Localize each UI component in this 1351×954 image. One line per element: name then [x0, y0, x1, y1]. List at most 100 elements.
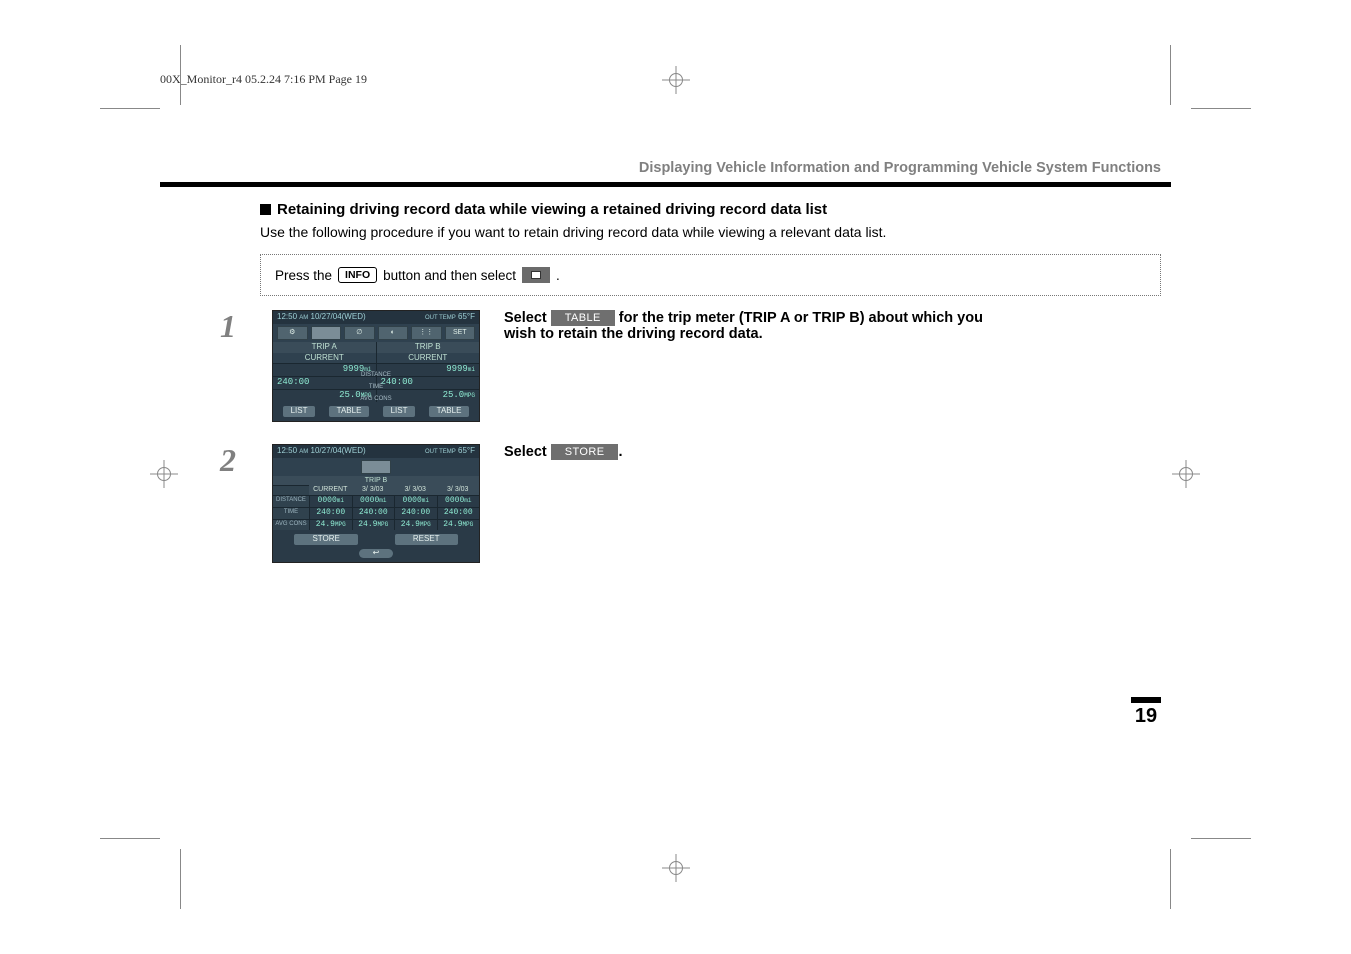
col-date-3: 3/ 3/03: [437, 485, 480, 495]
clock-ampm: AM: [299, 449, 308, 455]
trip-b-header: TRIP B: [377, 342, 480, 353]
back-button[interactable]: ↩: [359, 549, 394, 558]
info-button-label: INFO: [338, 267, 377, 283]
clock-time: 12:50: [277, 446, 297, 455]
crop-mark: [1170, 45, 1171, 105]
status-bar: 12:50 AM 10/27/04(WED) OUT TEMP 65°F: [273, 445, 479, 458]
time-2: 240:00: [394, 507, 437, 519]
trip-b-header: TRIP B: [273, 476, 479, 486]
clock-time: 12:50: [277, 312, 297, 321]
gauge-icon[interactable]: ◐: [378, 326, 409, 340]
tab-icon-row: [273, 458, 479, 476]
section-title-text: Retaining driving record data while view…: [277, 201, 827, 218]
crop-mark: [100, 838, 160, 839]
out-temp-label: OUT TEMP: [425, 315, 456, 321]
col-current: CURRENT: [309, 485, 352, 495]
list-button-a[interactable]: LIST: [283, 406, 316, 417]
avg-1: 24.9MPG: [352, 519, 395, 531]
table-button-ref: TABLE: [551, 310, 615, 326]
calendar-icon[interactable]: ⋮⋮: [411, 326, 442, 340]
trip-b-current: CURRENT: [377, 353, 480, 364]
trip-a-avg: 25.0MPG: [273, 389, 376, 402]
status-bar: 12:50 AM 10/27/04(WED) OUT TEMP 65°F: [273, 311, 479, 324]
list-button-b[interactable]: LIST: [383, 406, 416, 417]
trip-book-icon[interactable]: [361, 460, 391, 474]
dist-3: 0000mi: [437, 495, 480, 507]
back-row: ↩: [273, 549, 479, 562]
trip-b-avg: 25.0MPG: [377, 389, 480, 402]
divider-rule: [160, 182, 1171, 187]
tab-icon-row: ⚙ ∅ ◐ ⋮⋮ SET: [273, 324, 479, 342]
section-title: Retaining driving record data while view…: [260, 201, 1161, 218]
screen-trip-table: 12:50 AM 10/27/04(WED) OUT TEMP 65°F TRI…: [272, 444, 480, 563]
out-temp-value: 65°F: [458, 312, 475, 321]
step-number: 1: [220, 308, 248, 345]
step-number: 2: [220, 442, 248, 479]
page-number: 19: [1131, 705, 1161, 728]
trip-history-table: TRIP B CURRENT 3/ 3/03 3/ 3/03 3/ 3/03 D…: [273, 476, 479, 531]
set-tab[interactable]: SET: [445, 326, 476, 340]
avg-3: 24.9MPG: [437, 519, 480, 531]
registration-mark-bottom: [662, 854, 690, 882]
time-0: 240:00: [309, 507, 352, 519]
crop-mark: [1170, 849, 1171, 909]
trip-b-distance: 9999mi: [377, 363, 480, 376]
page-number-bar: [1131, 697, 1161, 703]
maint-icon[interactable]: ⚙: [277, 326, 308, 340]
dist-2: 0000mi: [394, 495, 437, 507]
button-row: STORE RESET: [273, 530, 479, 549]
blank-corner: [273, 485, 309, 495]
chapter-title: Displaying Vehicle Information and Progr…: [170, 160, 1161, 182]
out-temp-label: OUT TEMP: [425, 449, 456, 455]
step-1: 1 12:50 AM 10/27/04(WED) OUT TEMP 65°F ⚙…: [220, 310, 1161, 422]
screen-trip-summary: 12:50 AM 10/27/04(WED) OUT TEMP 65°F ⚙ ∅…: [272, 310, 480, 422]
out-temp-value: 65°F: [458, 446, 475, 455]
crop-mark: [100, 108, 160, 109]
page-content: Displaying Vehicle Information and Progr…: [170, 160, 1161, 585]
bullet-square-icon: [260, 204, 271, 215]
store-button[interactable]: STORE: [294, 534, 357, 545]
section-intro: Use the following procedure if you want …: [260, 224, 1161, 240]
trip-a-distance: 9999mi: [273, 363, 376, 376]
dist-1: 0000mi: [352, 495, 395, 507]
trip-columns: TRIP A CURRENT 9999mi 240:00 25.0MPG TRI…: [273, 342, 479, 402]
dist-0: 0000mi: [309, 495, 352, 507]
row-time-label: TIME: [273, 507, 309, 519]
row-distance-label: DISTANCE: [273, 495, 309, 507]
trip-a-time: 240:00: [273, 376, 376, 389]
clock-date: 10/27/04(WED): [311, 446, 366, 455]
crop-mark: [180, 45, 181, 105]
table-button-a[interactable]: TABLE: [329, 406, 370, 417]
step-2-text: Select STORE.: [504, 444, 1161, 460]
trip-a-current: CURRENT: [273, 353, 376, 364]
instr-text-post: .: [556, 268, 560, 283]
instr-text-mid: button and then select: [383, 268, 516, 283]
pre-step-instruction: Press the INFO button and then select .: [260, 254, 1161, 296]
page-number-block: 19: [1131, 697, 1161, 728]
time-1: 240:00: [352, 507, 395, 519]
table-button-b[interactable]: TABLE: [429, 406, 470, 417]
print-proof-header: 00X_Monitor_r4 05.2.24 7:16 PM Page 19: [160, 72, 367, 87]
step-2: 2 12:50 AM 10/27/04(WED) OUT TEMP 65°F T…: [220, 444, 1161, 563]
row-avg-label: AVG CONS: [273, 519, 309, 531]
trip-book-icon: [522, 267, 550, 283]
avg-2: 24.9MPG: [394, 519, 437, 531]
registration-mark-right: [1172, 460, 1200, 488]
crop-mark: [180, 849, 181, 909]
compass-icon[interactable]: ∅: [344, 326, 375, 340]
trip-a-header: TRIP A: [273, 342, 376, 353]
col-date-1: 3/ 3/03: [352, 485, 395, 495]
store-button-ref: STORE: [551, 444, 619, 460]
crop-mark: [1191, 108, 1251, 109]
clock-ampm: AM: [299, 315, 308, 321]
trip-b-time: 240:00: [377, 376, 480, 389]
avg-0: 24.9MPG: [309, 519, 352, 531]
time-3: 240:00: [437, 507, 480, 519]
step-1-text: Select TABLE for the trip meter (TRIP A …: [504, 310, 1161, 342]
reset-button[interactable]: RESET: [395, 534, 458, 545]
registration-mark-top: [662, 66, 690, 94]
trip-book-icon[interactable]: [311, 326, 342, 340]
instr-text-pre: Press the: [275, 268, 332, 283]
crop-mark: [1191, 838, 1251, 839]
col-date-2: 3/ 3/03: [394, 485, 437, 495]
